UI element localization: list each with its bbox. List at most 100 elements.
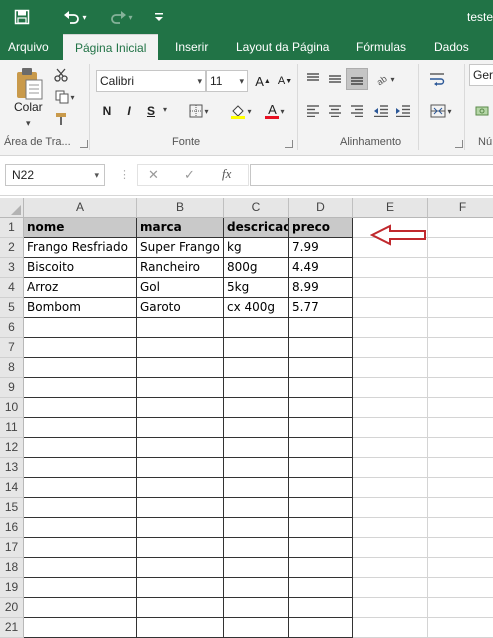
- cell[interactable]: [24, 558, 137, 578]
- cell[interactable]: [137, 358, 224, 378]
- cell[interactable]: [428, 378, 493, 398]
- tab-formulas[interactable]: Fórmulas: [356, 34, 406, 60]
- cell[interactable]: [137, 478, 224, 498]
- cell[interactable]: [428, 398, 493, 418]
- cell[interactable]: cx 400g: [224, 298, 289, 318]
- cell[interactable]: [428, 598, 493, 618]
- cell[interactable]: kg: [224, 238, 289, 258]
- cell[interactable]: [224, 518, 289, 538]
- cell[interactable]: [224, 418, 289, 438]
- cell[interactable]: [224, 558, 289, 578]
- name-box[interactable]: N22 ▾: [5, 164, 105, 186]
- cell[interactable]: [224, 358, 289, 378]
- wrap-text-icon[interactable]: [426, 68, 448, 90]
- cell[interactable]: [137, 398, 224, 418]
- cell[interactable]: [24, 478, 137, 498]
- cell[interactable]: [353, 338, 428, 358]
- cell[interactable]: [353, 598, 428, 618]
- cell[interactable]: [24, 518, 137, 538]
- cell[interactable]: [137, 338, 224, 358]
- cell[interactable]: [353, 298, 428, 318]
- align-bottom-icon[interactable]: [346, 68, 368, 90]
- cell[interactable]: [353, 578, 428, 598]
- cell[interactable]: [289, 618, 353, 638]
- cell[interactable]: [24, 378, 137, 398]
- alignment-launcher-icon[interactable]: [455, 140, 463, 148]
- cell[interactable]: 4.49: [289, 258, 353, 278]
- cell[interactable]: [224, 398, 289, 418]
- cell[interactable]: [24, 418, 137, 438]
- row-header[interactable]: 15: [0, 498, 24, 518]
- cell[interactable]: [353, 558, 428, 578]
- cell[interactable]: [224, 338, 289, 358]
- tab-layout-da-pagina[interactable]: Layout da Página: [236, 34, 329, 60]
- row-header[interactable]: 9: [0, 378, 24, 398]
- column-header-e[interactable]: E: [353, 198, 428, 218]
- cell[interactable]: [428, 278, 493, 298]
- cell[interactable]: [224, 378, 289, 398]
- cell[interactable]: [428, 618, 493, 638]
- increase-indent-icon[interactable]: [392, 100, 414, 122]
- undo-icon[interactable]: ▾: [58, 6, 92, 28]
- cell[interactable]: [289, 598, 353, 618]
- cell[interactable]: 7.99: [289, 238, 353, 258]
- font-size-combo[interactable]: 11 ▾: [206, 70, 248, 92]
- cell[interactable]: [428, 358, 493, 378]
- borders-icon[interactable]: ▾: [184, 100, 214, 122]
- cell[interactable]: [137, 578, 224, 598]
- underline-button[interactable]: S: [140, 100, 162, 122]
- cell[interactable]: [137, 438, 224, 458]
- cell[interactable]: [428, 478, 493, 498]
- cell[interactable]: 5kg: [224, 278, 289, 298]
- cell[interactable]: [353, 438, 428, 458]
- cell[interactable]: [289, 538, 353, 558]
- row-header[interactable]: 21: [0, 618, 24, 638]
- column-header-b[interactable]: B: [137, 198, 224, 218]
- cell[interactable]: [289, 418, 353, 438]
- cell[interactable]: [224, 438, 289, 458]
- row-header[interactable]: 2: [0, 238, 24, 258]
- cell[interactable]: [353, 258, 428, 278]
- row-header[interactable]: 13: [0, 458, 24, 478]
- row-header[interactable]: 20: [0, 598, 24, 618]
- row-header[interactable]: 16: [0, 518, 24, 538]
- grow-font-icon[interactable]: A ▲: [252, 70, 274, 92]
- formula-input[interactable]: [250, 164, 493, 186]
- row-header[interactable]: 1: [0, 218, 24, 238]
- customize-icon[interactable]: [150, 6, 168, 28]
- font-color-icon[interactable]: A ▾: [260, 100, 290, 122]
- cell[interactable]: [224, 538, 289, 558]
- row-header[interactable]: 19: [0, 578, 24, 598]
- cell[interactable]: [353, 538, 428, 558]
- cell[interactable]: [353, 498, 428, 518]
- cell[interactable]: [428, 558, 493, 578]
- cell[interactable]: [289, 458, 353, 478]
- cell[interactable]: [24, 358, 137, 378]
- cell[interactable]: [24, 498, 137, 518]
- cell[interactable]: [289, 358, 353, 378]
- cell[interactable]: [137, 458, 224, 478]
- row-header[interactable]: 10: [0, 398, 24, 418]
- currency-format-icon[interactable]: [471, 100, 493, 122]
- cell[interactable]: [24, 318, 137, 338]
- cell[interactable]: Frango Resfriado: [24, 238, 137, 258]
- row-header[interactable]: 3: [0, 258, 24, 278]
- cell[interactable]: [289, 438, 353, 458]
- cell[interactable]: [224, 618, 289, 638]
- tab-arquivo[interactable]: Arquivo: [8, 34, 49, 60]
- cell[interactable]: [428, 578, 493, 598]
- header-cell[interactable]: descricao: [224, 218, 289, 238]
- redo-icon[interactable]: ▾: [104, 6, 138, 28]
- row-header[interactable]: 11: [0, 418, 24, 438]
- paste-button-label[interactable]: Colar: [14, 100, 43, 114]
- align-left-icon[interactable]: [302, 100, 324, 122]
- cell[interactable]: [289, 578, 353, 598]
- paste-dropdown-icon[interactable]: ▾: [26, 118, 31, 129]
- row-header[interactable]: 7: [0, 338, 24, 358]
- bold-button[interactable]: N: [96, 100, 118, 122]
- cell[interactable]: [137, 538, 224, 558]
- cell[interactable]: [24, 538, 137, 558]
- row-header[interactable]: 6: [0, 318, 24, 338]
- copy-icon[interactable]: ▾: [50, 86, 80, 108]
- row-header[interactable]: 4: [0, 278, 24, 298]
